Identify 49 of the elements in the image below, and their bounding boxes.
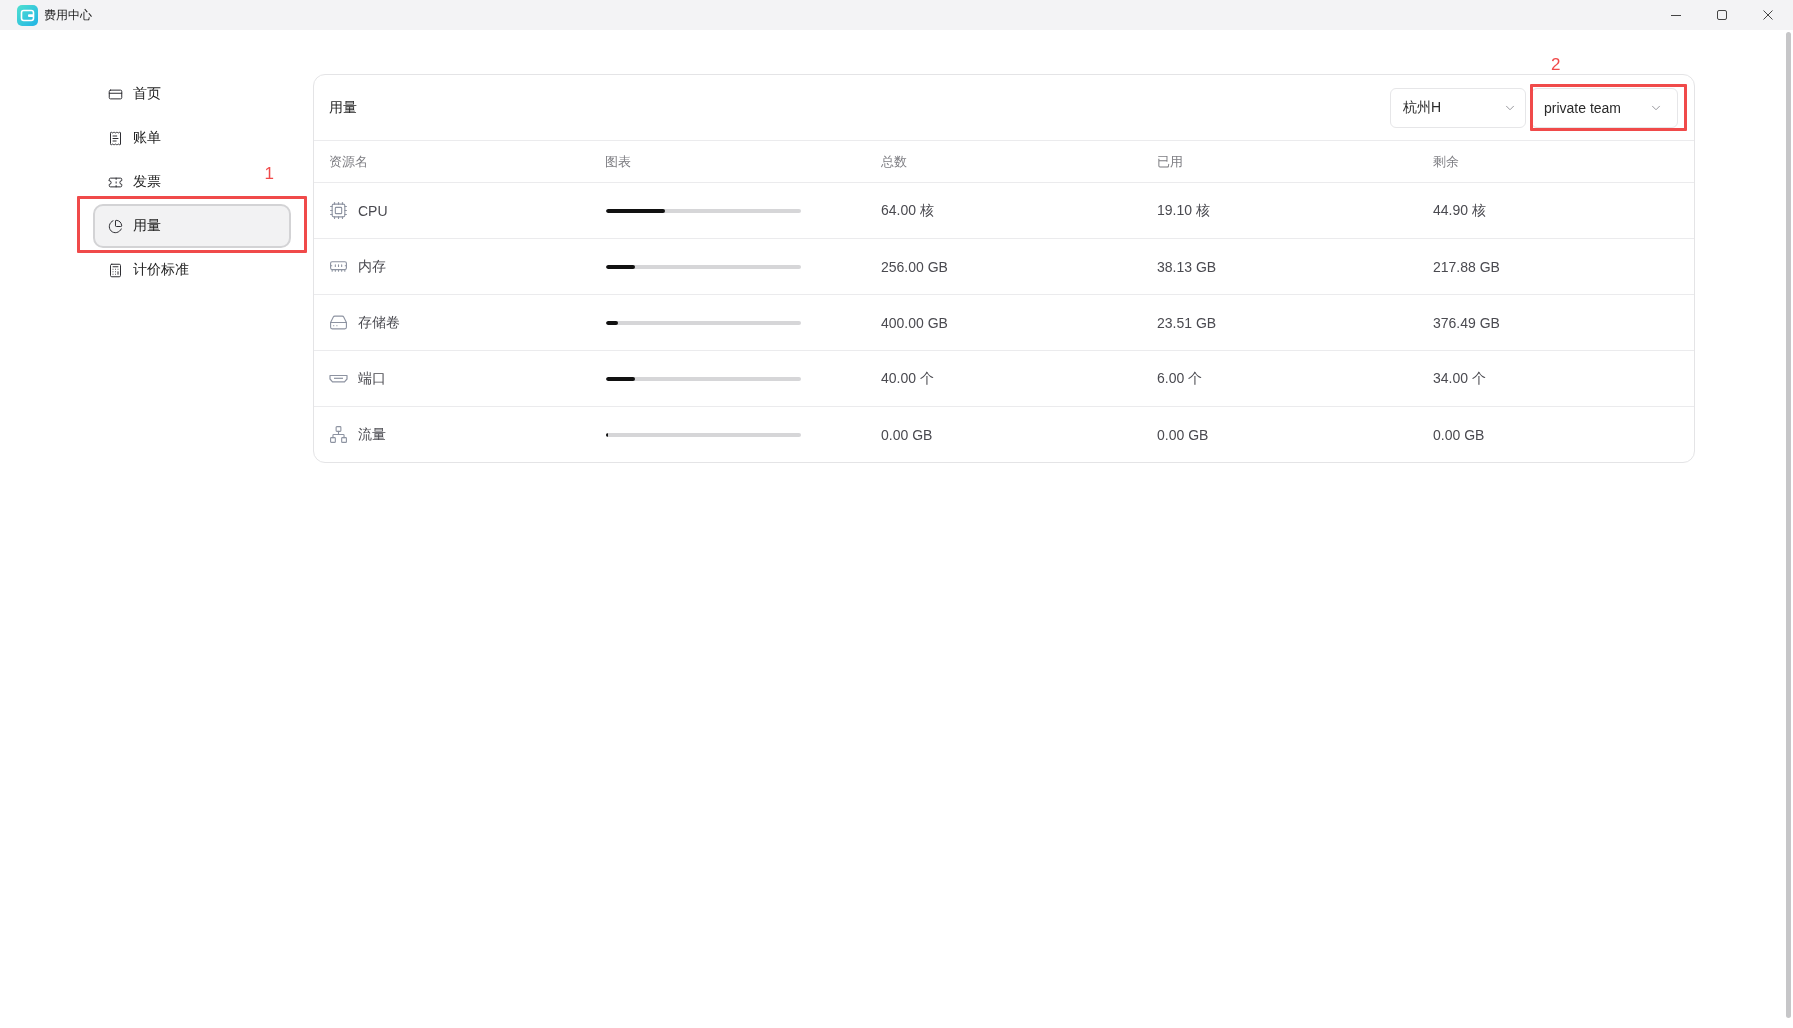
network-icon (329, 425, 348, 444)
remaining-cell-text: 44.90 核 (1432, 201, 1487, 220)
chip-icon (329, 201, 348, 220)
annotation-number: 2 (1551, 54, 1561, 75)
used-cell-text: 23.51 GB (1156, 314, 1218, 331)
calculator-icon (108, 262, 123, 278)
card-icon (108, 86, 123, 102)
sidebar-item[interactable]: 账单 (93, 116, 291, 160)
scrollbar-thumb[interactable] (1786, 32, 1791, 1018)
total-cell-text: 0.00 GB (880, 426, 934, 443)
used-cell-text: 0.00 GB (1156, 426, 1210, 443)
total-cell-text: 64.00 核 (880, 201, 935, 220)
column-header: 剩余 (1432, 152, 1460, 171)
maximize-icon (1717, 10, 1727, 20)
used-cell-text: 38.13 GB (1156, 258, 1218, 275)
total-cell-text: 256.00 GB (880, 258, 949, 275)
total-cell-text: 400.00 GB (880, 314, 949, 331)
resource-name: 内存 (358, 257, 386, 276)
receipt-icon (108, 130, 123, 146)
card-title: 用量 (329, 98, 358, 117)
port-icon (329, 374, 348, 383)
column-header: 总数 (880, 152, 908, 171)
window-title: 费用中心 (44, 6, 93, 24)
sidebar-item[interactable]: 首页 (93, 72, 291, 116)
used-cell-text: 19.10 核 (1156, 201, 1211, 220)
column-header: 图表 (604, 152, 632, 171)
remaining-cell-text: 217.88 GB (1432, 258, 1501, 275)
remaining-cell-text: 0.00 GB (1432, 426, 1486, 443)
region-select[interactable]: 杭州H (1390, 87, 1526, 128)
used-cell-text: 6.00 个 (1156, 369, 1204, 388)
column-header: 已用 (1156, 152, 1184, 171)
remaining-cell-text: 34.00 个 (1432, 369, 1487, 388)
close-icon (1763, 10, 1773, 20)
resource-name: 端口 (358, 369, 386, 388)
remaining-cell-text: 376.49 GB (1432, 314, 1501, 331)
pie-chart-icon (108, 218, 123, 234)
wallet-logo-icon (17, 4, 38, 26)
sidebar-item[interactable]: 计价标准 (93, 248, 291, 292)
resource-name: 存储卷 (358, 313, 400, 332)
column-header: 资源名 (328, 152, 369, 171)
ticket-icon (108, 174, 123, 190)
annotation-number: 1 (264, 164, 274, 184)
minimize-icon (1671, 14, 1681, 16)
team-select[interactable]: private team (1531, 87, 1678, 128)
resource-name: CPU (358, 202, 388, 219)
total-cell-text: 40.00 个 (880, 369, 935, 388)
sidebar-item[interactable]: 用量 (93, 204, 291, 248)
resource-name: 流量 (358, 425, 386, 444)
hard-drive-icon (329, 313, 348, 332)
